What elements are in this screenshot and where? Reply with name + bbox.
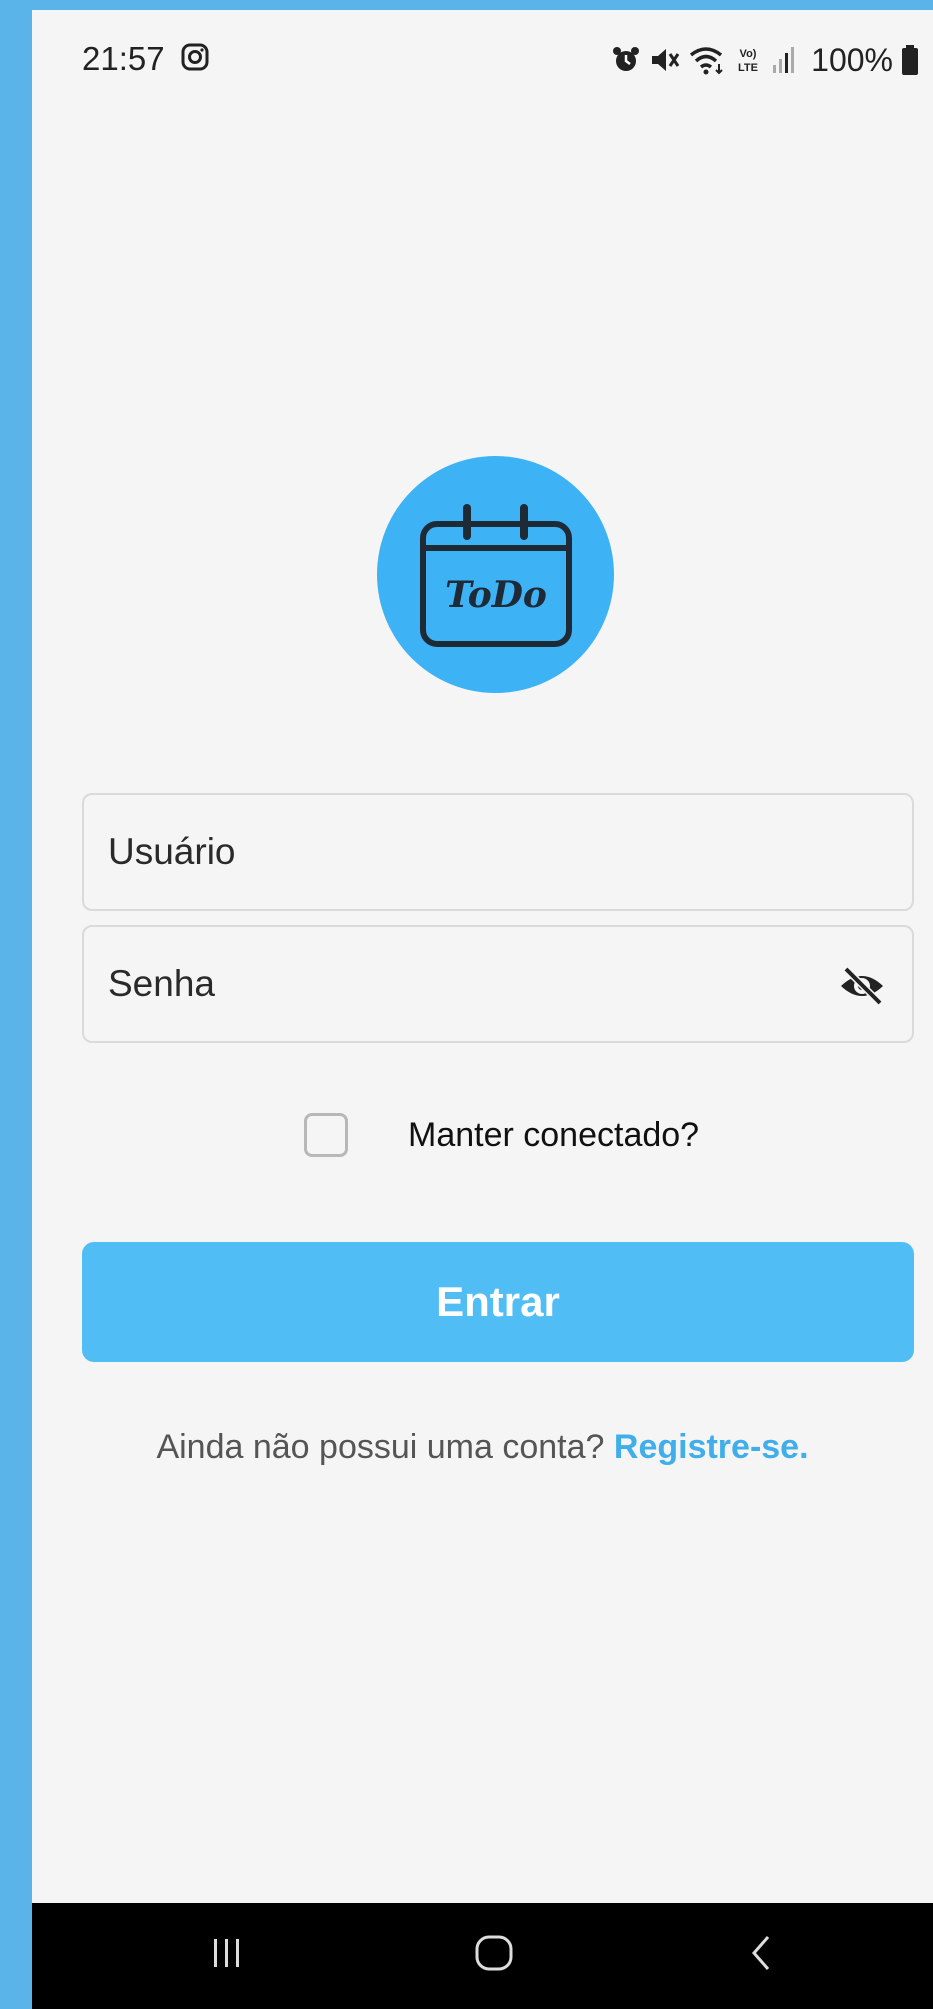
logo-text: ToDo bbox=[445, 574, 547, 616]
eye-off-icon[interactable] bbox=[838, 964, 886, 1008]
instagram-icon bbox=[181, 43, 209, 71]
battery-level: 100% bbox=[811, 41, 893, 78]
back-icon[interactable] bbox=[746, 1933, 776, 1973]
status-icons: Vo) LTE 100% bbox=[611, 40, 919, 80]
wifi-icon bbox=[690, 47, 723, 75]
battery-icon bbox=[902, 45, 918, 75]
register-link[interactable]: Registre-se. bbox=[614, 1428, 809, 1466]
remember-me[interactable]: Manter conectado? bbox=[304, 1110, 699, 1160]
remember-label: Manter conectado? bbox=[408, 1115, 700, 1154]
remember-checkbox[interactable] bbox=[304, 1113, 348, 1157]
password-field[interactable] bbox=[82, 925, 914, 1043]
password-input[interactable] bbox=[84, 927, 912, 1041]
username-field[interactable] bbox=[82, 793, 914, 911]
home-icon[interactable] bbox=[474, 1933, 514, 1973]
phone-screen: 21:57 Vo) LTE 100% ToDo Usuário Manter c… bbox=[32, 10, 933, 2009]
username-input[interactable] bbox=[84, 795, 912, 909]
signal-icon bbox=[773, 47, 795, 73]
alarm-icon bbox=[613, 47, 640, 71]
status-time: 21:57 bbox=[82, 40, 165, 77]
app-logo: ToDo bbox=[377, 456, 614, 693]
system-nav-bar bbox=[32, 1903, 933, 2009]
recents-icon[interactable] bbox=[210, 1933, 244, 1973]
register-prompt: Ainda não possui uma conta? bbox=[156, 1428, 605, 1466]
volte-icon: Vo) LTE bbox=[738, 48, 758, 74]
mute-icon bbox=[652, 49, 680, 71]
register-row: Ainda não possui uma conta? Registre-se. bbox=[32, 1428, 933, 1467]
login-button[interactable]: Entrar bbox=[82, 1242, 914, 1362]
svg-text:Vo): Vo) bbox=[740, 48, 757, 60]
status-bar: 21:57 Vo) LTE 100% bbox=[32, 10, 933, 100]
svg-text:LTE: LTE bbox=[738, 62, 758, 74]
